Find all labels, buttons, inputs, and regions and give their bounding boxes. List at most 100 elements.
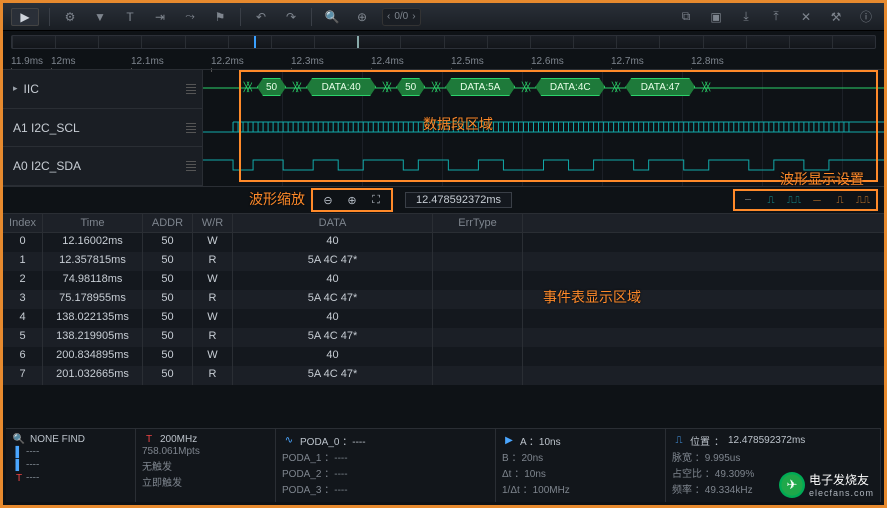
delta-t: Δt ：10ns xyxy=(502,465,659,480)
table-row[interactable]: 6200.834895ms50W40 xyxy=(3,347,884,366)
search-nav[interactable]: ‹ 0/0 › xyxy=(382,8,421,26)
freq-label: 频率 xyxy=(672,485,692,496)
cell-index: 0 xyxy=(3,233,43,252)
run-button[interactable]: ▶ xyxy=(11,8,39,26)
open-icon[interactable]: ⤒ xyxy=(766,8,786,26)
marker-a-icon[interactable]: ▌ xyxy=(12,446,26,458)
cell-err xyxy=(433,366,523,385)
pulse-icon[interactable]: ⎍ xyxy=(672,435,686,447)
table-row[interactable]: 375.178955ms50R5A 4C 47* xyxy=(3,290,884,309)
channel-sda[interactable]: A0 I2C_SDA xyxy=(3,147,202,186)
chevron-right-icon[interactable]: › xyxy=(412,11,415,22)
gear-icon[interactable]: ⚙ xyxy=(60,8,80,26)
cursor-b: B ：20ns xyxy=(502,449,659,464)
cell-data: 5A 4C 47* xyxy=(233,290,433,309)
zoom-in-icon[interactable]: ⊕ xyxy=(352,8,372,26)
col-wr[interactable]: W/R xyxy=(193,214,233,232)
overview-marker-b[interactable] xyxy=(357,36,359,48)
channel-iic[interactable]: ▸ IIC xyxy=(3,70,202,109)
expand-icon[interactable]: ▸ xyxy=(13,83,18,94)
col-index[interactable]: Index xyxy=(3,214,43,232)
zoom-out-icon[interactable]: ⊖ xyxy=(319,191,337,209)
channel-scl[interactable]: A1 I2C_SCL xyxy=(3,109,202,148)
measure-icon[interactable]: ⇥ xyxy=(150,8,170,26)
table-row[interactable]: 7201.032665ms50R5A 4C 47* xyxy=(3,366,884,385)
flag-icon[interactable]: ⚑ xyxy=(210,8,230,26)
display-settings-label: 波形显示设置 xyxy=(780,169,864,189)
ruler-tick: 12.1ms xyxy=(131,56,211,67)
cell-addr: 50 xyxy=(143,328,193,347)
duty-cycle: 49.309% xyxy=(715,469,754,480)
cell-addr: 50 xyxy=(143,252,193,271)
overview-marker-a[interactable] xyxy=(254,36,256,48)
position-value: 12.478592372ms xyxy=(728,435,805,446)
ruler-tick: 12.8ms xyxy=(691,56,771,67)
frequency: 49.334kHz xyxy=(705,485,753,496)
table-row[interactable]: 012.16002ms50W40 xyxy=(3,233,884,252)
cell-time: 200.834895ms xyxy=(43,347,143,366)
settings-icon[interactable]: ⚒ xyxy=(826,8,846,26)
text-tool-icon[interactable]: T xyxy=(120,8,140,26)
save-icon[interactable]: ⤓ xyxy=(736,8,756,26)
trigger-t-icon[interactable]: T xyxy=(142,433,156,445)
cursor-icon[interactable]: ⤳ xyxy=(180,8,200,26)
disp-mode-4-icon[interactable]: ⏤ xyxy=(808,192,826,208)
status-acquisition: T200MHz 758.061Mpts 无触发 立即触发 xyxy=(136,429,276,502)
channel-name: IIC xyxy=(24,82,39,96)
watermark: ✈ 电子发烧友 elecfans.com xyxy=(779,471,874,498)
trigger-action: 立即触发 xyxy=(142,474,269,489)
duty-label: 占空比 xyxy=(672,469,702,480)
col-time[interactable]: Time xyxy=(43,214,143,232)
zoom-anno-label: 波形缩放 xyxy=(249,189,305,209)
cell-wr: R xyxy=(193,290,233,309)
disp-mode-2-icon[interactable]: ⎍ xyxy=(762,192,780,208)
drag-grip-icon[interactable] xyxy=(186,84,196,94)
overview-strip[interactable] xyxy=(11,35,876,49)
table-row[interactable]: 4138.022135ms50W40 xyxy=(3,309,884,328)
drag-grip-icon[interactable] xyxy=(186,161,196,171)
cell-wr: R xyxy=(193,328,233,347)
col-err[interactable]: ErrType xyxy=(433,214,523,232)
trigger-icon[interactable]: ▼ xyxy=(90,8,110,26)
cursor-icon[interactable]: ▶ xyxy=(502,435,516,447)
status-measure: ⎍位置 ：12.478592372ms 脉宽 ：9.995us 占空比 ：49.… xyxy=(666,429,881,502)
col-data[interactable]: DATA xyxy=(233,214,433,232)
ruler-tick: 12.5ms xyxy=(451,56,531,67)
cell-addr: 50 xyxy=(143,309,193,328)
redo-icon[interactable]: ↷ xyxy=(281,8,301,26)
disp-mode-3-icon[interactable]: ⎍⎍ xyxy=(785,192,803,208)
event-table-body[interactable]: 012.16002ms50W40112.357815ms50R5A 4C 47*… xyxy=(3,233,884,395)
table-row[interactable]: 112.357815ms50R5A 4C 47* xyxy=(3,252,884,271)
disp-mode-6-icon[interactable]: ⎍⎍ xyxy=(854,192,872,208)
screenshot-icon[interactable]: ⧉ xyxy=(676,8,696,26)
col-addr[interactable]: ADDR xyxy=(143,214,193,232)
fit-screen-icon[interactable]: ⛶ xyxy=(367,191,385,209)
memory-depth: 758.061Mpts xyxy=(142,446,269,457)
disp-mode-1-icon[interactable]: ┄ xyxy=(739,192,757,208)
undo-icon[interactable]: ↶ xyxy=(251,8,271,26)
data-segment-box xyxy=(239,70,878,182)
table-row[interactable]: 5138.219905ms50R5A 4C 47* xyxy=(3,328,884,347)
trigger-t-icon[interactable]: T xyxy=(12,472,26,484)
cell-time: 201.032665ms xyxy=(43,366,143,385)
tools-icon[interactable]: ✕ xyxy=(796,8,816,26)
export-icon[interactable]: ▣ xyxy=(706,8,726,26)
search-icon[interactable]: 🔍 xyxy=(12,433,26,445)
cell-wr: W xyxy=(193,271,233,290)
status-cursors: ▶A ：10ns B ：20ns Δt ：10ns 1/Δt ：100MHz xyxy=(496,429,666,502)
search-icon[interactable]: 🔍 xyxy=(322,8,342,26)
cursor-a: A ：10ns xyxy=(520,433,561,448)
drag-grip-icon[interactable] xyxy=(186,123,196,133)
poda3: PODA_3 ：---- xyxy=(282,481,489,496)
zoom-in-icon[interactable]: ⊕ xyxy=(343,191,361,209)
status-bar: 🔍NONE FIND ▌---- ▌---- T---- T200MHz 758… xyxy=(6,428,881,502)
cell-data: 5A 4C 47* xyxy=(233,328,433,347)
disp-mode-5-icon[interactable]: ⎍ xyxy=(831,192,849,208)
separator xyxy=(311,8,312,26)
cell-data: 40 xyxy=(233,271,433,290)
info-icon[interactable]: ⓘ xyxy=(856,8,876,26)
marker-b-icon[interactable]: ▌ xyxy=(12,459,26,471)
chevron-left-icon[interactable]: ‹ xyxy=(387,11,390,22)
table-row[interactable]: 274.98118ms50W40 xyxy=(3,271,884,290)
wave-icon[interactable]: ∿ xyxy=(282,435,296,447)
